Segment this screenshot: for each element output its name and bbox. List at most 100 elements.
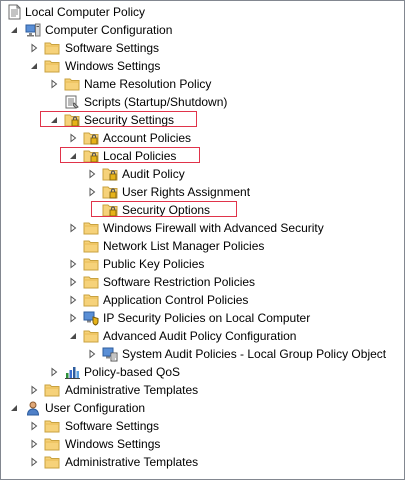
collapsed-arrow-icon[interactable] [68, 277, 78, 287]
collapsed-arrow-icon[interactable] [68, 223, 78, 233]
security-folder-icon [102, 202, 118, 218]
expanded-arrow-icon[interactable] [9, 403, 19, 413]
tree-node-scripts[interactable]: Scripts (Startup/Shutdown) [1, 93, 404, 111]
collapsed-arrow-icon[interactable] [49, 367, 59, 377]
tree-node-label: Application Control Policies [103, 293, 249, 307]
collapsed-arrow-icon[interactable] [87, 349, 97, 359]
folder-icon [64, 76, 80, 92]
tree-node-system-audit-policies[interactable]: System Audit Policies - Local Group Poli… [1, 345, 404, 363]
tree-node-audit-policy[interactable]: Audit Policy [1, 165, 404, 183]
tree-node-label: Windows Settings [65, 59, 161, 73]
tree-node-label: Computer Configuration [45, 23, 173, 37]
collapsed-arrow-icon[interactable] [29, 457, 39, 467]
tree-node-local-policies[interactable]: Local Policies [1, 147, 404, 165]
ipsec-icon [83, 310, 99, 326]
tree-node-label: System Audit Policies - Local Group Poli… [122, 347, 387, 361]
security-folder-icon [83, 130, 99, 146]
folder-icon [44, 382, 60, 398]
folder-icon [44, 454, 60, 470]
tree-node-label: Software Restriction Policies [103, 275, 256, 289]
tree-node-label: Advanced Audit Policy Configuration [103, 329, 297, 343]
scripts-icon [64, 94, 80, 110]
tree-node-label: Name Resolution Policy [84, 77, 212, 91]
security-folder-icon [102, 184, 118, 200]
tree-node-software-restriction[interactable]: Software Restriction Policies [1, 273, 404, 291]
collapsed-arrow-icon[interactable] [49, 79, 59, 89]
audit-policy-icon [102, 346, 118, 362]
expanded-arrow-icon[interactable] [68, 331, 78, 341]
tree-node-software-settings[interactable]: Software Settings [1, 39, 404, 57]
tree-node-label: Account Policies [103, 131, 192, 145]
policy-doc-icon [6, 4, 22, 20]
tree-node-label: Scripts (Startup/Shutdown) [84, 95, 228, 109]
collapsed-arrow-icon[interactable] [29, 43, 39, 53]
tree-node-user-windows-settings[interactable]: Windows Settings [1, 435, 404, 453]
tree-node-label: Software Settings [65, 41, 160, 55]
folder-icon [44, 436, 60, 452]
folder-icon [44, 58, 60, 74]
tree-node-label: IP Security Policies on Local Computer [103, 311, 311, 325]
folder-icon [83, 220, 99, 236]
tree-node-account-policies[interactable]: Account Policies [1, 129, 404, 147]
collapsed-arrow-icon[interactable] [68, 133, 78, 143]
tree-node-label: Security Options [122, 203, 211, 217]
expanded-arrow-icon[interactable] [9, 25, 19, 35]
tree-node-label: Local Computer Policy [25, 5, 146, 19]
tree-node-label: User Rights Assignment [122, 185, 251, 199]
folder-icon [83, 274, 99, 290]
expanded-arrow-icon[interactable] [29, 61, 39, 71]
tree-node-label: Network List Manager Policies [103, 239, 265, 253]
tree-node-administrative-templates[interactable]: Administrative Templates [1, 381, 404, 399]
tree-node-label: Security Settings [84, 113, 175, 127]
collapsed-arrow-icon[interactable] [29, 385, 39, 395]
folder-icon [44, 418, 60, 434]
tree-node-label: Audit Policy [122, 167, 185, 181]
tree-node-windows-settings[interactable]: Windows Settings [1, 57, 404, 75]
tree-node-label: Administrative Templates [65, 383, 199, 397]
qos-chart-icon [64, 364, 80, 380]
tree-node-application-control[interactable]: Application Control Policies [1, 291, 404, 309]
folder-icon [83, 292, 99, 308]
tree-node-user-configuration[interactable]: User Configuration [1, 399, 404, 417]
collapsed-arrow-icon[interactable] [29, 439, 39, 449]
tree-node-label: Administrative Templates [65, 455, 199, 469]
tree-node-name-resolution-policy[interactable]: Name Resolution Policy [1, 75, 404, 93]
tree-node-label: Windows Firewall with Advanced Security [103, 221, 324, 235]
tree-node-security-settings[interactable]: Security Settings [1, 111, 404, 129]
security-folder-icon [102, 166, 118, 182]
collapsed-arrow-icon[interactable] [87, 169, 97, 179]
tree-node-ip-security-policies[interactable]: IP Security Policies on Local Computer [1, 309, 404, 327]
tree-node-label: Software Settings [65, 419, 160, 433]
folder-icon [83, 328, 99, 344]
tree-node-policy-based-qos[interactable]: Policy-based QoS [1, 363, 404, 381]
collapsed-arrow-icon[interactable] [87, 187, 97, 197]
tree-node-user-software-settings[interactable]: Software Settings [1, 417, 404, 435]
tree-node-user-rights-assignment[interactable]: User Rights Assignment [1, 183, 404, 201]
tree-node-user-administrative-templates[interactable]: Administrative Templates [1, 453, 404, 471]
collapsed-arrow-icon[interactable] [29, 421, 39, 431]
tree-node-public-key-policies[interactable]: Public Key Policies [1, 255, 404, 273]
tree-node-local-computer-policy[interactable]: Local Computer Policy [1, 3, 404, 21]
tree-node-label: User Configuration [45, 401, 146, 415]
expanded-arrow-icon[interactable] [68, 151, 78, 161]
computer-icon [25, 22, 41, 38]
expanded-arrow-icon[interactable] [49, 115, 59, 125]
collapsed-arrow-icon[interactable] [68, 259, 78, 269]
folder-icon [83, 256, 99, 272]
tree-node-windows-firewall[interactable]: Windows Firewall with Advanced Security [1, 219, 404, 237]
tree-node-label: Windows Settings [65, 437, 161, 451]
tree-node-label: Policy-based QoS [84, 365, 181, 379]
tree-node-computer-configuration[interactable]: Computer Configuration [1, 21, 404, 39]
tree-node-security-options[interactable]: Security Options [1, 201, 404, 219]
user-icon [25, 400, 41, 416]
security-folder-icon [64, 112, 80, 128]
tree-node-label: Public Key Policies [103, 257, 205, 271]
tree-node-advanced-audit-policy[interactable]: Advanced Audit Policy Configuration [1, 327, 404, 345]
collapsed-arrow-icon[interactable] [68, 313, 78, 323]
folder-icon [44, 40, 60, 56]
folder-icon [83, 238, 99, 254]
collapsed-arrow-icon[interactable] [68, 295, 78, 305]
tree-node-network-list-manager[interactable]: Network List Manager Policies [1, 237, 404, 255]
tree-node-label: Local Policies [103, 149, 177, 163]
policy-tree[interactable]: Local Computer Policy Computer Configura… [0, 0, 405, 480]
